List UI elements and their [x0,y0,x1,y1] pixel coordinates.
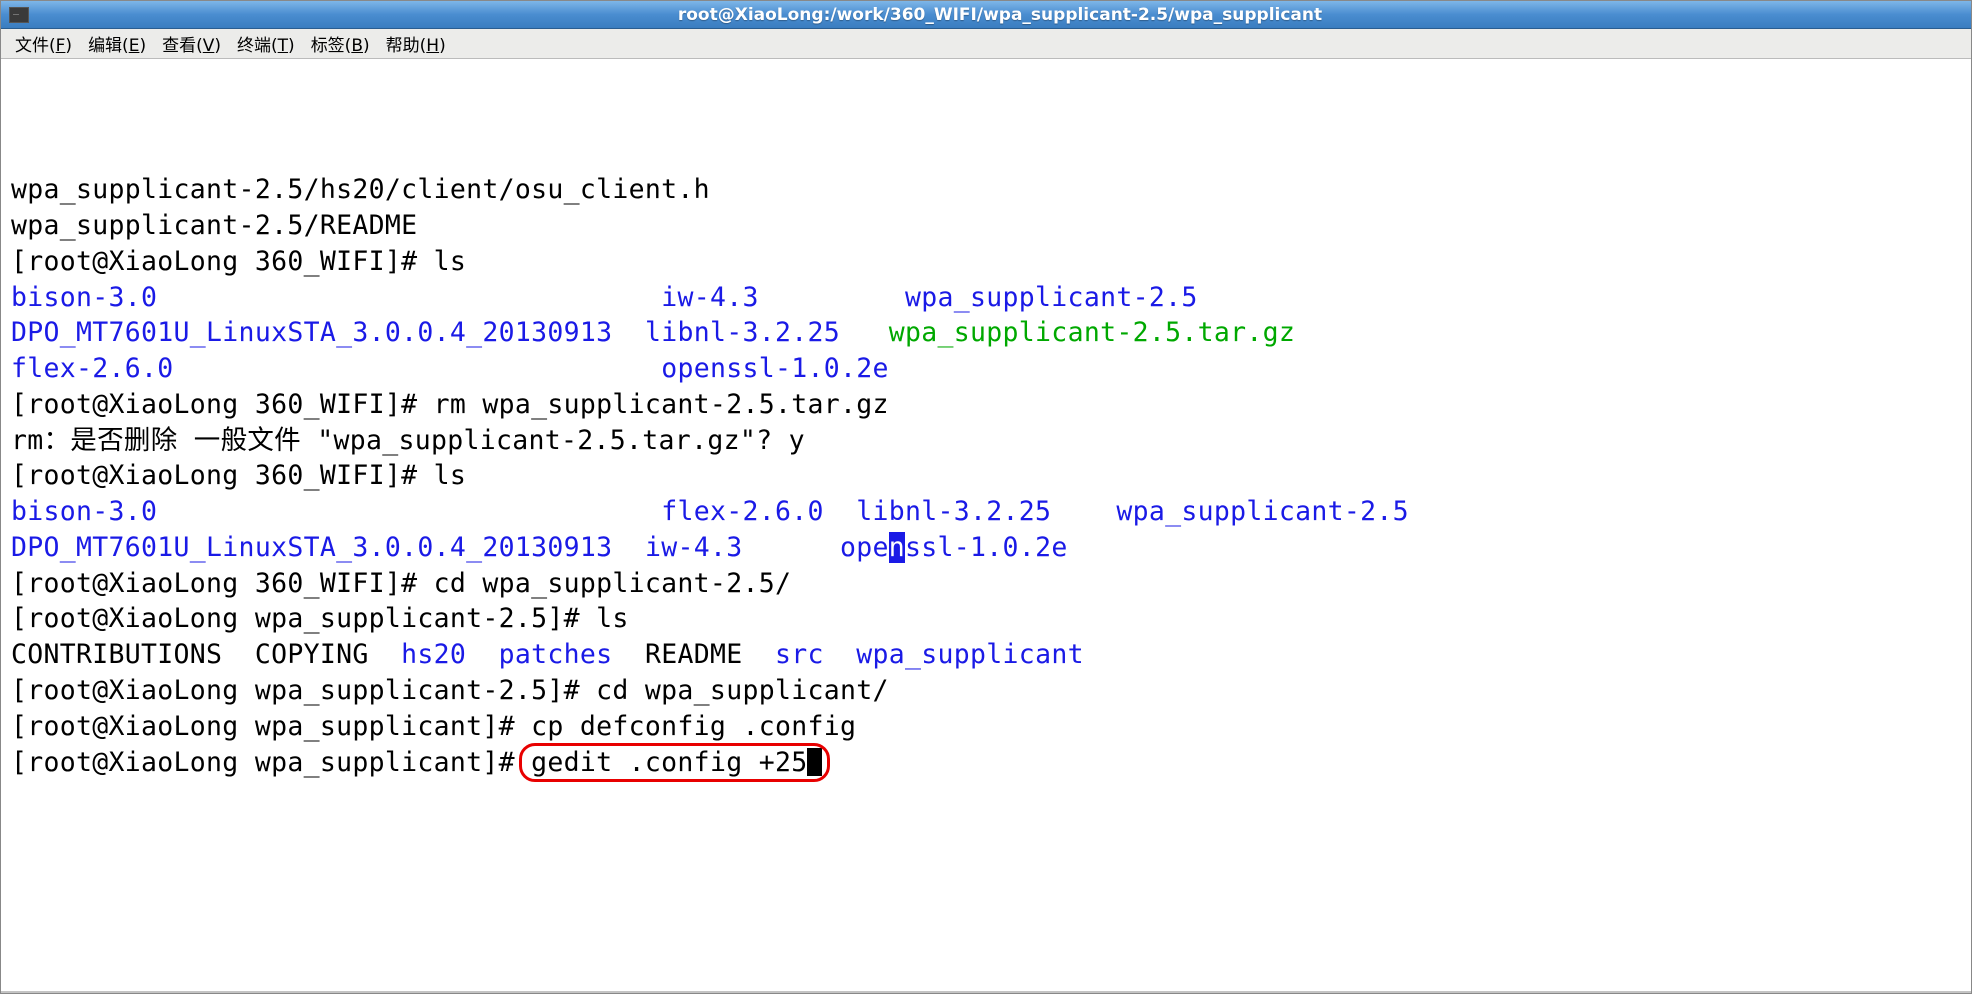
window-title: root@XiaoLong:/work/360_WIFI/wpa_supplic… [29,5,1971,25]
terminal-window: root@XiaoLong:/work/360_WIFI/wpa_supplic… [0,0,1972,994]
terminal-line: CONTRIBUTIONS COPYING hs20 patches READM… [11,637,1961,673]
terminal-line: DPO_MT7601U_LinuxSTA_3.0.0.4_20130913 iw… [11,530,1961,566]
terminal-text: [root@XiaoLong wpa_supplicant]# cp defco… [11,711,856,742]
menu-h[interactable]: 帮助(H) [378,27,454,60]
terminal-area[interactable]: wpa_supplicant-2.5/hs20/client/osu_clien… [1,59,1971,993]
directory-entry: ope [840,532,889,563]
terminal-line: [root@XiaoLong wpa_supplicant-2.5]# ls [11,601,1961,637]
selection-highlight: n [889,532,905,563]
terminal-text: [root@XiaoLong wpa_supplicant-2.5]# cd w… [11,675,889,706]
directory-entry: DPO_MT7601U_LinuxSTA_3.0.0.4_20130913 [11,317,612,348]
terminal-line: wpa_supplicant-2.5/README [11,208,1961,244]
terminal-icon [9,7,29,23]
terminal-text [157,496,661,527]
terminal-text [1051,496,1116,527]
terminal-text [824,496,857,527]
terminal-line: [root@XiaoLong 360_WIFI]# ls [11,244,1961,280]
terminal-text: rm：是否删除 一般文件 "wpa_supplicant-2.5.tar.gz"… [11,425,805,456]
directory-entry: flex-2.6.0 [661,496,824,527]
terminal-text: README [612,639,775,670]
terminal-text: gedit .config +25 [531,747,807,778]
terminal-text: wpa_supplicant-2.5/hs20/client/osu_clien… [11,174,710,205]
terminal-text [157,282,661,313]
menu-t[interactable]: 终端(T) [229,27,303,60]
terminal-line: [root@XiaoLong wpa_supplicant-2.5]# cd w… [11,673,1961,709]
cursor [807,748,822,776]
terminal-text [824,639,857,670]
terminal-text: CONTRIBUTIONS COPYING [11,639,401,670]
directory-entry: DPO_MT7601U_LinuxSTA_3.0.0.4_20130913 [11,532,612,563]
terminal-line: [root@XiaoLong 360_WIFI]# cd wpa_supplic… [11,566,1961,602]
terminal-line: rm：是否删除 一般文件 "wpa_supplicant-2.5.tar.gz"… [11,423,1961,459]
terminal-text [759,282,905,313]
terminal-text: [root@XiaoLong wpa_supplicant-2.5]# ls [11,603,629,634]
archive-entry: wpa_supplicant-2.5.tar.gz [889,317,1295,348]
menubar: 文件(F)编辑(E)查看(V)终端(T)标签(B)帮助(H) [1,29,1971,59]
directory-entry: wpa_supplicant-2.5 [1116,496,1409,527]
directory-entry: openssl-1.0.2e [661,353,889,384]
directory-entry: src [775,639,824,670]
directory-entry: patches [499,639,613,670]
terminal-text [466,639,499,670]
terminal-line: [root@XiaoLong 360_WIFI]# ls [11,458,1961,494]
terminal-line: flex-2.6.0 openssl-1.0.2e [11,351,1961,387]
menu-f[interactable]: 文件(F) [7,27,80,60]
terminal-line: DPO_MT7601U_LinuxSTA_3.0.0.4_20130913 li… [11,315,1961,351]
titlebar[interactable]: root@XiaoLong:/work/360_WIFI/wpa_supplic… [1,1,1971,29]
directory-entry: flex-2.6.0 [11,353,174,384]
directory-entry: wpa_supplicant [856,639,1084,670]
terminal-line: bison-3.0 iw-4.3 wpa_supplicant-2.5 [11,280,1961,316]
directory-entry: bison-3.0 [11,496,157,527]
terminal-text [612,317,645,348]
terminal-line: bison-3.0 flex-2.6.0 libnl-3.2.25 wpa_su… [11,494,1961,530]
terminal-text [742,532,840,563]
menu-b[interactable]: 标签(B) [303,27,378,60]
terminal-text: [root@XiaoLong wpa_supplicant]# [11,747,531,778]
directory-entry: libnl-3.2.25 [645,317,840,348]
terminal-text [840,317,889,348]
directory-entry: wpa_supplicant-2.5 [905,282,1198,313]
directory-entry: iw-4.3 [645,532,743,563]
menu-v[interactable]: 查看(V) [154,27,229,60]
menu-e[interactable]: 编辑(E) [80,27,154,60]
terminal-line: [root@XiaoLong 360_WIFI]# rm wpa_supplic… [11,387,1961,423]
terminal-text: wpa_supplicant-2.5/README [11,210,417,241]
directory-entry: ssl-1.0.2e [905,532,1068,563]
terminal-text [612,532,645,563]
terminal-text: [root@XiaoLong 360_WIFI]# cd wpa_supplic… [11,568,791,599]
terminal-text: [root@XiaoLong 360_WIFI]# ls [11,460,466,491]
directory-entry: libnl-3.2.25 [856,496,1051,527]
directory-entry: bison-3.0 [11,282,157,313]
terminal-text: [root@XiaoLong 360_WIFI]# ls [11,246,466,277]
terminal-text [174,353,662,384]
directory-entry: hs20 [401,639,466,670]
terminal-line: [root@XiaoLong wpa_supplicant]# gedit .c… [11,745,1961,781]
directory-entry: iw-4.3 [661,282,759,313]
terminal-line: wpa_supplicant-2.5/hs20/client/osu_clien… [11,172,1961,208]
terminal-text: [root@XiaoLong 360_WIFI]# rm wpa_supplic… [11,389,889,420]
terminal-line: [root@XiaoLong wpa_supplicant]# cp defco… [11,709,1961,745]
